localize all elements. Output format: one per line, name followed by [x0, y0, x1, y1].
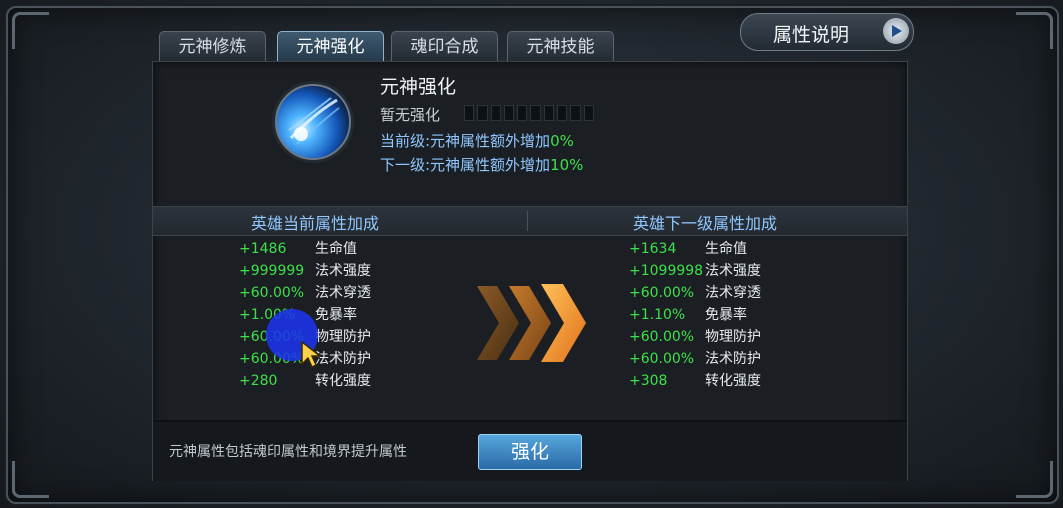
progress-segment	[543, 105, 555, 121]
panel-title: 元神强化	[380, 76, 457, 98]
progress-segment	[503, 105, 515, 121]
stat-value: +60.00%	[629, 285, 695, 301]
stat-value: +308	[629, 373, 668, 389]
stat-value: +1486	[239, 241, 287, 257]
next-level-value: 10%	[550, 156, 584, 174]
enhance-button[interactable]: 强化	[478, 434, 582, 470]
panel-footer: 元神属性包括魂印属性和境界提升属性 强化	[153, 420, 907, 481]
progress-segment	[557, 105, 568, 121]
stat-name: 法术防护	[705, 351, 761, 367]
stat-name: 法术穿透	[705, 285, 761, 301]
mouse-cursor-icon	[301, 340, 322, 368]
current-level-label: 当前级:元神属性额外增加	[380, 132, 551, 150]
attribute-explanation-button[interactable]: 属性说明	[740, 13, 914, 51]
stat-value: +60.00%	[629, 329, 695, 345]
stat-name: 物理防护	[705, 329, 761, 345]
frame-corner-ornament	[12, 461, 49, 498]
stat-name: 生命值	[315, 241, 357, 257]
enhancement-progress-bar	[464, 105, 594, 121]
tab-spirit-skills[interactable]: 元神技能	[507, 31, 614, 62]
stat-name: 生命值	[705, 241, 747, 257]
next-stats-header: 英雄下一级属性加成	[633, 214, 778, 233]
progress-segment	[583, 105, 594, 121]
progress-segment	[490, 105, 501, 121]
spirit-orb-icon	[275, 84, 351, 160]
stat-name: 法术穿透	[315, 285, 371, 301]
stat-value: +999999	[239, 263, 305, 279]
stat-value: +1.10%	[629, 307, 686, 323]
frame-corner-ornament	[12, 12, 49, 49]
frame-corner-ornament	[1016, 461, 1053, 498]
tab-soul-seal-synthesis[interactable]: 魂印合成	[391, 31, 498, 62]
progress-segment	[570, 105, 581, 121]
upgrade-arrows-icon	[477, 284, 586, 362]
stat-name: 免暴率	[315, 307, 357, 323]
next-level-label: 下一级:元神属性额外增加	[380, 156, 551, 174]
stat-name: 法术强度	[705, 263, 761, 279]
stat-value: +1099998	[629, 263, 704, 279]
stats-header-bar: 英雄当前属性加成 英雄下一级属性加成	[153, 206, 907, 236]
current-level-value: 0%	[550, 132, 574, 150]
tab-spirit-enhancement[interactable]: 元神强化	[277, 31, 384, 62]
progress-segment	[517, 105, 528, 121]
stat-value: +60.00%	[239, 285, 305, 301]
attribute-explanation-label: 属性说明	[773, 24, 850, 46]
spirit-enhancement-panel: 元神强化 暂无强化 当前级:元神属性额外增加0% 下一级:元神属性额外增加10%…	[152, 61, 908, 481]
stat-value: +280	[239, 373, 278, 389]
stat-name: 免暴率	[705, 307, 747, 323]
progress-segment	[530, 105, 541, 121]
next-level-bonus: 下一级:元神属性额外增加10%	[380, 154, 583, 175]
stat-name: 法术防护	[315, 351, 371, 367]
footer-note: 元神属性包括魂印属性和境界提升属性	[169, 444, 407, 460]
stat-value: +60.00%	[629, 351, 695, 367]
current-stats-header: 英雄当前属性加成	[251, 214, 380, 233]
progress-segment	[464, 105, 475, 121]
stat-value: +1634	[629, 241, 677, 257]
enhancement-status: 暂无强化	[380, 106, 441, 124]
tab-spirit-cultivation[interactable]: 元神修炼	[159, 31, 266, 62]
stat-name: 法术强度	[315, 263, 371, 279]
stat-name: 转化强度	[705, 373, 761, 389]
stat-name: 转化强度	[315, 373, 371, 389]
stat-name: 物理防护	[315, 329, 371, 345]
header-divider	[527, 211, 528, 231]
frame-corner-ornament	[1016, 12, 1053, 49]
progress-segment	[477, 105, 488, 121]
play-icon	[883, 18, 909, 44]
current-level-bonus: 当前级:元神属性额外增加0%	[380, 130, 574, 151]
